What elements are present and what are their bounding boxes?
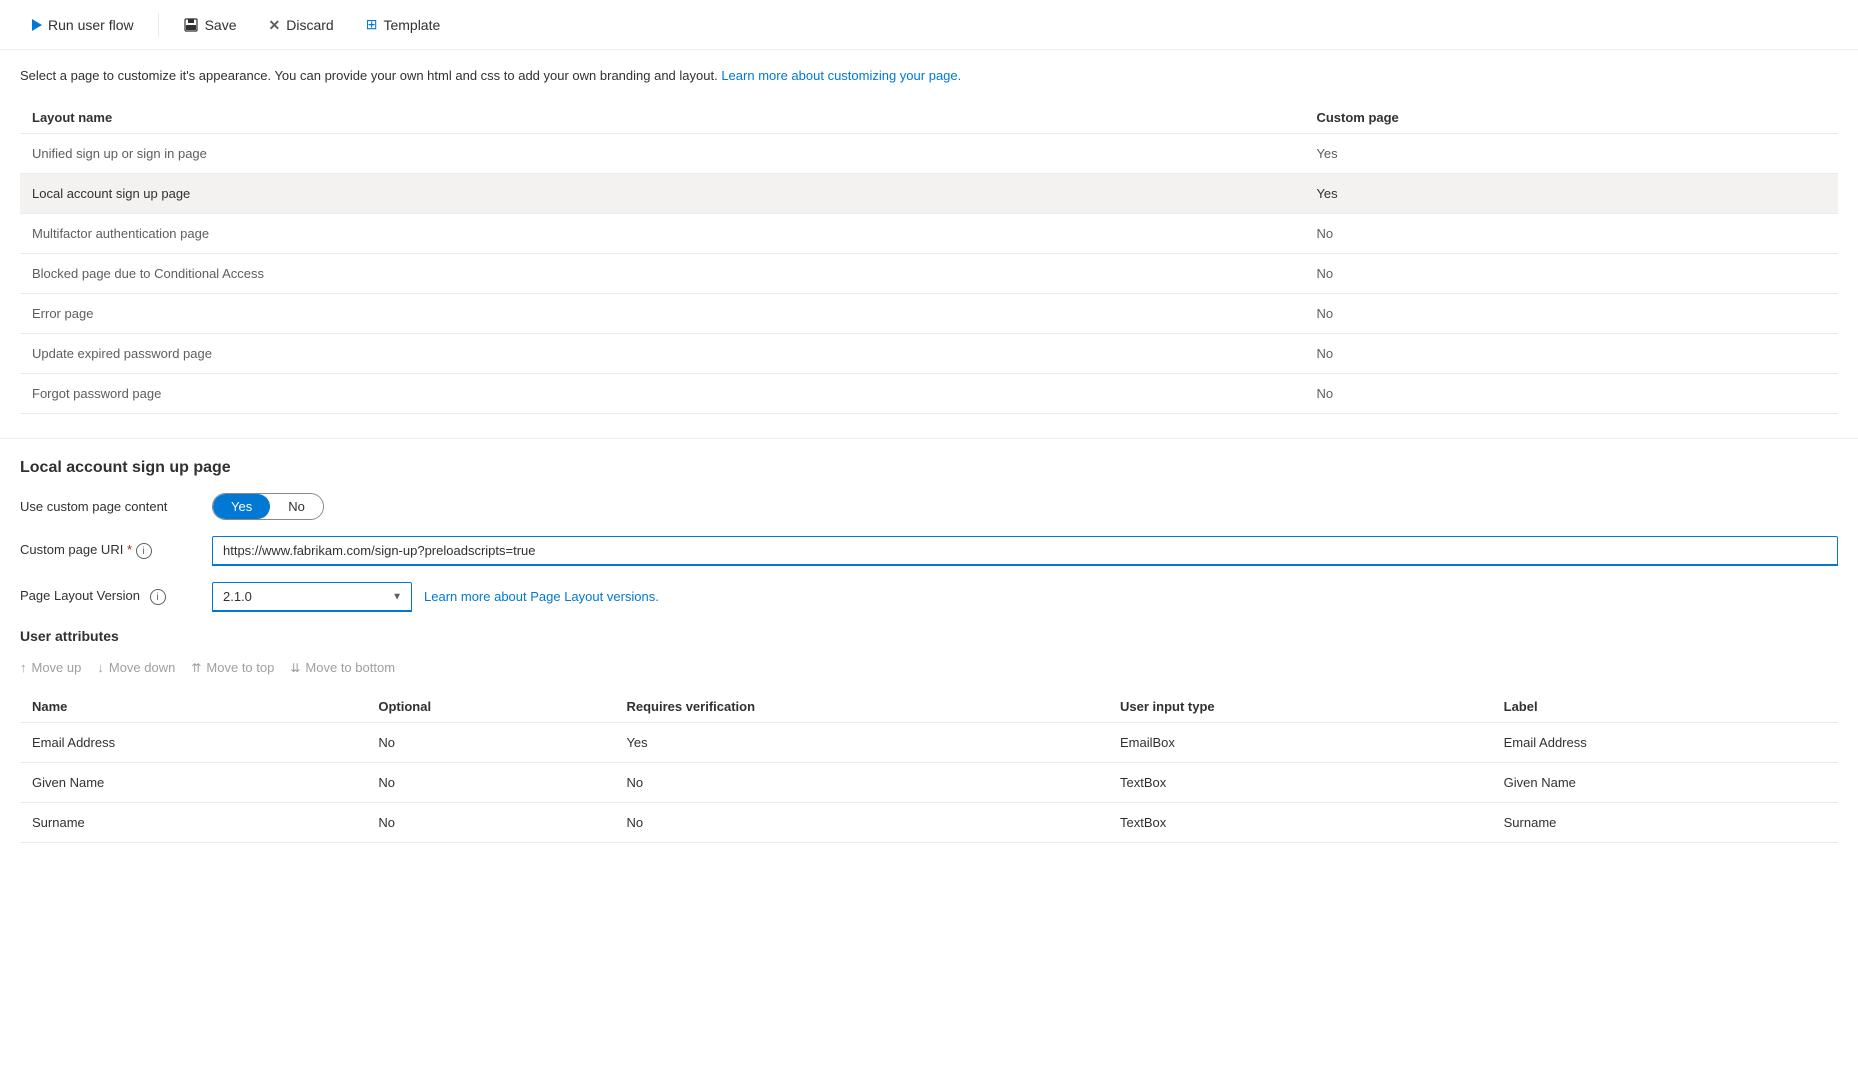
layout-name-cell: Forgot password page: [20, 373, 1304, 413]
info-description: Select a page to customize it's appearan…: [20, 66, 1838, 86]
attr-optional-cell: No: [366, 762, 614, 802]
custom-page-cell: No: [1304, 373, 1838, 413]
move-down-icon: [97, 660, 104, 675]
toolbar: Run user flow Save ✕ Discard ⊞ Template: [0, 0, 1858, 50]
required-star: *: [127, 542, 132, 557]
custom-uri-label: Custom page URI * i: [20, 542, 200, 560]
layout-table-row[interactable]: Update expired password page No: [20, 333, 1838, 373]
attr-name-cell: Given Name: [20, 762, 366, 802]
layout-name-cell: Unified sign up or sign in page: [20, 133, 1304, 173]
run-icon: [32, 19, 42, 31]
move-to-top-icon: [191, 660, 201, 675]
move-up-icon: [20, 660, 27, 675]
layout-name-cell: Local account sign up page: [20, 173, 1304, 213]
custom-page-cell: No: [1304, 333, 1838, 373]
attr-input-type-cell: EmailBox: [1108, 722, 1492, 762]
attr-col-header: Requires verification: [614, 691, 1108, 723]
layout-name-cell: Multifactor authentication page: [20, 213, 1304, 253]
learn-more-link[interactable]: Learn more about customizing your page.: [721, 68, 961, 83]
attr-col-header: Label: [1492, 691, 1838, 723]
layout-table-row[interactable]: Forgot password page No: [20, 373, 1838, 413]
attr-optional-cell: No: [366, 722, 614, 762]
attr-name-cell: Email Address: [20, 722, 366, 762]
custom-content-row: Use custom page content Yes No: [20, 493, 1838, 520]
page-layout-label: Page Layout Version i: [20, 588, 200, 606]
attr-verification-cell: No: [614, 802, 1108, 842]
run-user-flow-button[interactable]: Run user flow: [20, 11, 146, 39]
move-to-bottom-icon: [290, 660, 300, 675]
page-layout-select[interactable]: 2.1.02.0.01.2.01.1.01.0.0: [212, 582, 412, 612]
save-label: Save: [205, 17, 237, 33]
custom-page-cell: Yes: [1304, 173, 1838, 213]
page-layout-link[interactable]: Learn more about Page Layout versions.: [424, 589, 659, 604]
attr-input-type-cell: TextBox: [1108, 762, 1492, 802]
move-to-bottom-label: Move to bottom: [305, 660, 395, 675]
attr-optional-cell: No: [366, 802, 614, 842]
toggle-yes[interactable]: Yes: [213, 494, 270, 519]
attr-verification-cell: No: [614, 762, 1108, 802]
attr-verification-cell: Yes: [614, 722, 1108, 762]
attr-label-cell: Given Name: [1492, 762, 1838, 802]
user-attributes-table: NameOptionalRequires verificationUser in…: [20, 691, 1838, 843]
move-down-button[interactable]: Move down: [97, 656, 175, 679]
move-to-top-button[interactable]: Move to top: [191, 656, 274, 679]
move-up-label: Move up: [32, 660, 82, 675]
layout-table-row[interactable]: Error page No: [20, 293, 1838, 333]
toolbar-divider-1: [158, 13, 159, 37]
attr-label-cell: Surname: [1492, 802, 1838, 842]
save-button[interactable]: Save: [171, 11, 249, 39]
move-down-label: Move down: [109, 660, 175, 675]
move-up-button[interactable]: Move up: [20, 656, 81, 679]
toggle-label: Use custom page content: [20, 499, 200, 514]
layout-table: Layout name Custom page Unified sign up …: [20, 102, 1838, 414]
template-button[interactable]: ⊞ Template: [354, 10, 453, 39]
layout-table-row[interactable]: Local account sign up page Yes: [20, 173, 1838, 213]
attr-input-type-cell: TextBox: [1108, 802, 1492, 842]
layout-name-cell: Update expired password page: [20, 333, 1304, 373]
attr-label-cell: Email Address: [1492, 722, 1838, 762]
detail-panel: Local account sign up page Use custom pa…: [0, 455, 1858, 863]
main-content: Select a page to customize it's appearan…: [0, 50, 1858, 430]
user-attributes-heading: User attributes: [20, 628, 1838, 644]
layout-name-cell: Error page: [20, 293, 1304, 333]
custom-uri-input[interactable]: [212, 536, 1838, 566]
attr-col-header: Name: [20, 691, 366, 723]
attr-table-row[interactable]: Email Address No Yes EmailBox Email Addr…: [20, 722, 1838, 762]
detail-title: Local account sign up page: [20, 459, 1838, 477]
col-layout-name: Layout name: [20, 102, 1304, 134]
section-separator: [0, 438, 1858, 439]
toggle-no[interactable]: No: [270, 494, 323, 519]
page-layout-info-icon[interactable]: i: [150, 589, 166, 605]
yes-no-toggle[interactable]: Yes No: [212, 493, 324, 520]
layout-table-row[interactable]: Multifactor authentication page No: [20, 213, 1838, 253]
attr-col-header: Optional: [366, 691, 614, 723]
attr-toolbar: Move up Move down Move to top Move to bo…: [20, 656, 1838, 679]
custom-page-cell: No: [1304, 253, 1838, 293]
discard-button[interactable]: ✕ Discard: [257, 11, 346, 39]
attr-col-header: User input type: [1108, 691, 1492, 723]
discard-icon: ✕: [269, 18, 281, 32]
page-layout-row: Page Layout Version i 2.1.02.0.01.2.01.1…: [20, 582, 1838, 612]
layout-name-cell: Blocked page due to Conditional Access: [20, 253, 1304, 293]
custom-page-cell: No: [1304, 293, 1838, 333]
page-layout-select-wrapper: 2.1.02.0.01.2.01.1.01.0.0 ▼: [212, 582, 412, 612]
attr-table-row[interactable]: Given Name No No TextBox Given Name: [20, 762, 1838, 802]
move-to-bottom-button[interactable]: Move to bottom: [290, 656, 395, 679]
layout-table-row[interactable]: Unified sign up or sign in page Yes: [20, 133, 1838, 173]
custom-uri-info-icon[interactable]: i: [136, 543, 152, 559]
run-label: Run user flow: [48, 17, 134, 33]
move-to-top-label: Move to top: [206, 660, 274, 675]
save-icon: [183, 17, 199, 33]
custom-uri-row: Custom page URI * i: [20, 536, 1838, 566]
attr-name-cell: Surname: [20, 802, 366, 842]
template-icon: ⊞: [366, 16, 378, 33]
attr-table-row[interactable]: Surname No No TextBox Surname: [20, 802, 1838, 842]
custom-page-cell: Yes: [1304, 133, 1838, 173]
custom-page-cell: No: [1304, 213, 1838, 253]
col-custom-page: Custom page: [1304, 102, 1838, 134]
template-label: Template: [383, 17, 440, 33]
layout-table-row[interactable]: Blocked page due to Conditional Access N…: [20, 253, 1838, 293]
discard-label: Discard: [286, 17, 333, 33]
